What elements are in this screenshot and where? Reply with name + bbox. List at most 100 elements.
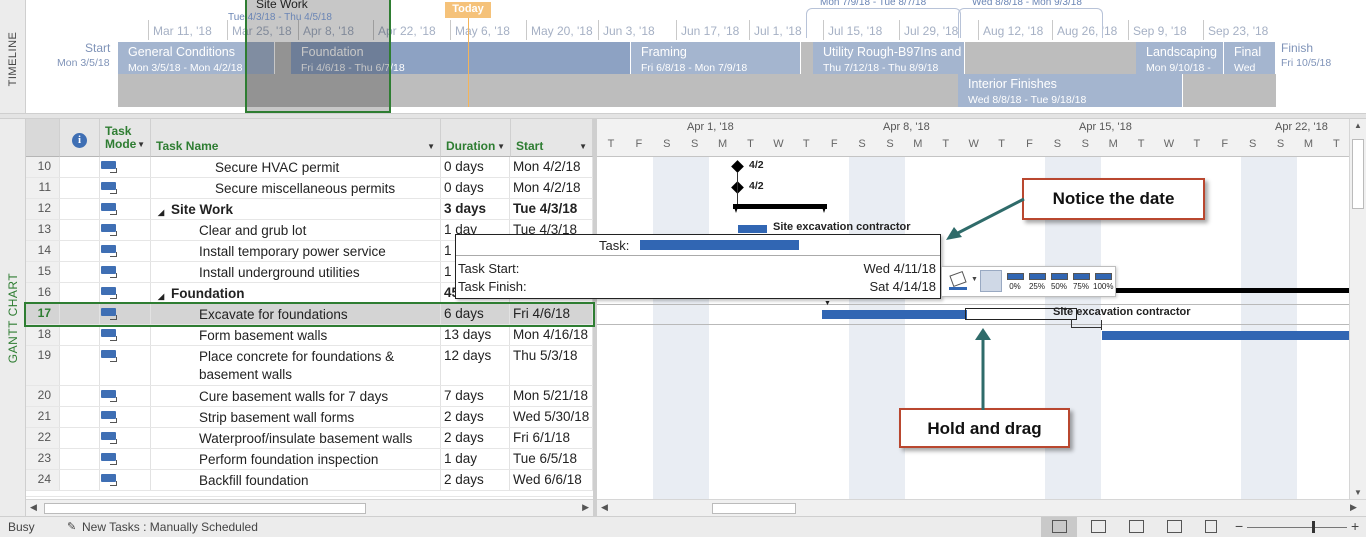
table-row[interactable]: 21 Strip basement wall forms 2 days Wed 5/3… <box>26 407 593 428</box>
collapse-triangle-icon[interactable]: ◢ <box>158 204 164 219</box>
row-duration[interactable]: 13 days <box>441 325 510 345</box>
chart-hscrollbar[interactable]: ◀ ▶ <box>597 499 1366 516</box>
chevron-down-icon[interactable]: ▼ <box>137 138 145 151</box>
row-id[interactable]: 11 <box>26 178 60 198</box>
row-start[interactable]: Mon 5/21/18 <box>510 386 593 406</box>
row-id[interactable]: 15 <box>26 262 60 282</box>
row-id[interactable]: 14 <box>26 241 60 261</box>
chart-vscroll-thumb[interactable] <box>1352 139 1364 209</box>
summary-bar-site-work[interactable] <box>733 204 827 209</box>
timeline-bar-framing[interactable]: Framing Fri 6/8/18 - Mon 7/9/18 <box>631 42 801 74</box>
row-task-mode[interactable] <box>100 407 151 427</box>
row-id[interactable]: 12 <box>26 199 60 219</box>
zoom-slider-track[interactable] <box>1247 527 1347 528</box>
row-id[interactable]: 13 <box>26 220 60 240</box>
row-task-mode[interactable] <box>100 157 151 177</box>
timeline-bar-interior-finishes[interactable]: Interior Finishes Wed 8/8/18 - Tue 9/18/1… <box>958 74 1183 107</box>
row-duration[interactable]: 1 day <box>441 449 510 469</box>
row-start[interactable]: Mon 4/16/18 <box>510 325 593 345</box>
row-id[interactable]: 20 <box>26 386 60 406</box>
scroll-down-icon[interactable]: ▼ <box>1354 488 1362 497</box>
row-task-mode[interactable] <box>100 283 151 303</box>
row-task-mode[interactable] <box>100 199 151 219</box>
row-id[interactable]: 19 <box>26 346 60 385</box>
header-duration[interactable]: Duration ▼ <box>441 119 511 157</box>
row-start[interactable]: Fri 4/6/18 <box>510 304 593 324</box>
milestone-diamond[interactable] <box>731 160 744 173</box>
scroll-right-icon[interactable]: ▶ <box>582 502 589 513</box>
task-bar-clear-grub[interactable] <box>738 225 767 233</box>
scroll-right-icon[interactable]: ▶ <box>1350 502 1357 513</box>
row-id[interactable]: 23 <box>26 449 60 469</box>
row-task-name[interactable]: Secure HVAC permit <box>151 157 441 177</box>
row-task-name[interactable]: Backfill foundation <box>151 470 441 490</box>
row-id[interactable]: 22 <box>26 428 60 448</box>
row-task-name[interactable]: ◢ Foundation <box>151 283 441 303</box>
timeline-bar-landscaping[interactable]: Landscaping Mon 9/10/18 - <box>1136 42 1224 74</box>
row-task-name[interactable]: Excavate for foundations <box>151 304 441 324</box>
row-start[interactable]: Wed 6/6/18 <box>510 470 593 490</box>
row-task-name[interactable]: Secure miscellaneous permits <box>151 178 441 198</box>
row-task-mode[interactable] <box>100 241 151 261</box>
row-task-mode[interactable] <box>100 346 151 385</box>
row-task-name[interactable]: Install underground utilities <box>151 262 441 282</box>
team-planner-icon[interactable] <box>1129 520 1144 533</box>
row-duration[interactable]: 2 days <box>441 428 510 448</box>
row-start[interactable]: Fri 6/1/18 <box>510 428 593 448</box>
header-indicators[interactable]: i <box>60 119 100 157</box>
table-row[interactable]: 12 ◢ Site Work 3 days Tue 4/3/18 <box>26 199 593 220</box>
timeline-bar-utility[interactable]: Utility Rough-B97Ins and Thu 7/12/18 - Th… <box>813 42 965 74</box>
timeline-bar-final[interactable]: Final Wed <box>1224 42 1276 74</box>
row-task-name[interactable]: Clear and grub lot <box>151 220 441 240</box>
percent-complete-button[interactable]: 75% <box>1071 271 1091 293</box>
percent-complete-button[interactable]: 50% <box>1049 271 1069 293</box>
row-task-mode[interactable] <box>100 178 151 198</box>
task-bar-form-walls[interactable] <box>1102 331 1349 340</box>
row-task-mode[interactable] <box>100 262 151 282</box>
scroll-left-icon[interactable]: ◀ <box>601 502 608 513</box>
row-task-mode[interactable] <box>100 470 151 490</box>
mini-toolbar[interactable]: ▼ 0% 25% 50% 75% 100% <box>941 266 1116 297</box>
header-task-name[interactable]: Task Name ▼ <box>151 119 441 157</box>
new-tasks-mode[interactable]: New Tasks : Manually Scheduled <box>82 520 258 534</box>
row-task-name[interactable]: Place concrete for foundations & basement… <box>151 346 441 385</box>
task-usage-icon[interactable] <box>1091 520 1106 533</box>
row-duration[interactable]: 3 days <box>441 199 510 219</box>
zoom-out-icon[interactable]: − <box>1235 518 1243 534</box>
row-task-name[interactable]: Waterproof/insulate basement walls <box>151 428 441 448</box>
table-hscrollbar[interactable]: ◀ ▶ <box>26 499 593 516</box>
table-row[interactable]: 10 Secure HVAC permit 0 days Mon 4/2/18 <box>26 157 593 178</box>
header-id[interactable] <box>26 119 60 157</box>
table-row[interactable]: 17 Excavate for foundations 6 days Fri 4/6/… <box>24 302 595 327</box>
zoom-slider-thumb[interactable] <box>1312 521 1315 533</box>
row-task-mode[interactable] <box>100 220 151 240</box>
row-id[interactable]: 21 <box>26 407 60 427</box>
row-duration[interactable]: 12 days <box>441 346 510 385</box>
link-tasks-icon[interactable] <box>980 270 1002 292</box>
row-id[interactable]: 18 <box>26 325 60 345</box>
row-task-name[interactable]: Install temporary power service <box>151 241 441 261</box>
row-duration[interactable]: 0 days <box>441 178 510 198</box>
row-start[interactable]: Mon 4/2/18 <box>510 178 593 198</box>
chart-hscroll-thumb[interactable] <box>712 503 796 514</box>
row-task-mode[interactable] <box>100 428 151 448</box>
row-start[interactable]: Tue 6/5/18 <box>510 449 593 469</box>
row-id[interactable]: 24 <box>26 470 60 490</box>
row-start[interactable]: Tue 4/3/18 <box>510 199 593 219</box>
percent-complete-button[interactable]: 100% <box>1093 271 1113 293</box>
fill-color-icon[interactable] <box>949 270 967 288</box>
table-row[interactable]: 11 Secure miscellaneous permits 0 days Mon … <box>26 178 593 199</box>
row-task-mode[interactable] <box>100 304 151 324</box>
row-task-mode[interactable] <box>100 449 151 469</box>
table-row[interactable]: 24 Backfill foundation 2 days Wed 6/6/18 <box>26 470 593 491</box>
row-task-name[interactable]: Form basement walls <box>151 325 441 345</box>
collapse-triangle-icon[interactable]: ◢ <box>158 288 164 303</box>
scroll-left-icon[interactable]: ◀ <box>30 502 37 513</box>
row-task-name[interactable]: Cure basement walls for 7 days <box>151 386 441 406</box>
task-bar-excavate[interactable] <box>822 310 967 319</box>
row-task-name[interactable]: Perform foundation inspection <box>151 449 441 469</box>
scroll-up-icon[interactable]: ▲ <box>1354 121 1362 130</box>
chevron-down-icon[interactable]: ▼ <box>579 142 587 151</box>
row-task-name[interactable]: Strip basement wall forms <box>151 407 441 427</box>
row-duration[interactable]: 2 days <box>441 407 510 427</box>
